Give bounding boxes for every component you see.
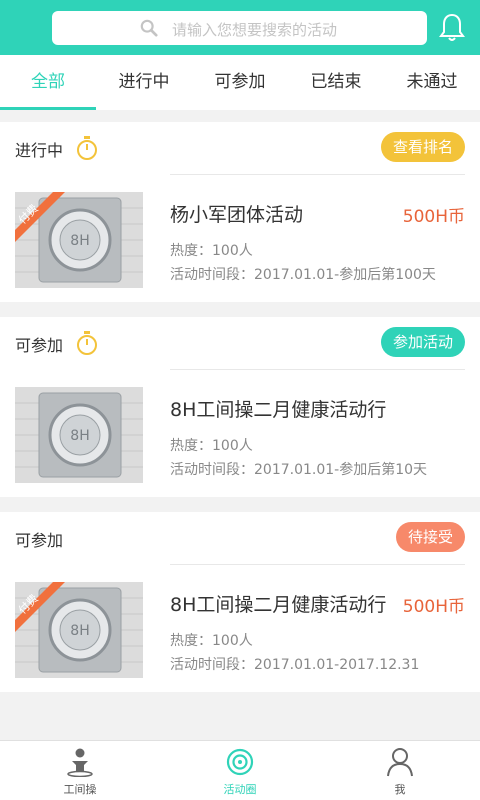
activity-thumbnail: 8H: [15, 387, 143, 483]
activity-heat: 热度：100人: [170, 243, 253, 259]
nav-label: 我: [394, 783, 406, 796]
activity-thumbnail: 8H 付费: [15, 192, 143, 288]
bell-icon[interactable]: [438, 12, 466, 42]
activity-heat: 热度：100人: [170, 633, 253, 649]
timer-icon: [77, 331, 97, 355]
view-ranking-button[interactable]: 查看排名: [380, 132, 465, 162]
user-icon: [387, 748, 413, 777]
search-input[interactable]: 请输入您想要搜索的活动: [52, 11, 427, 45]
activity-thumbnail: 8H 付费: [15, 582, 143, 678]
activity-period: 活动时间段：2017.01.01-参加后第10天: [170, 462, 428, 478]
activity-title: 杨小军团体活动: [170, 204, 304, 226]
bottom-nav: 工间操 活动圈 我: [0, 740, 480, 800]
pending-accept-button[interactable]: 待接受: [395, 522, 465, 552]
nav-item-exercise[interactable]: 工间操: [0, 741, 160, 800]
card-header: 可参加 参加活动: [0, 317, 480, 369]
activity-card[interactable]: 可参加 待接受 8H 付费 8H工间操二月健康活动行 500H币 热度：100人…: [0, 512, 480, 692]
tab-ended[interactable]: 已结束: [288, 55, 384, 110]
tab-joinable[interactable]: 可参加: [192, 55, 288, 110]
tab-active-indicator: [0, 107, 96, 110]
exercise-person-icon: [67, 748, 93, 777]
card-status: 进行中: [15, 141, 64, 160]
divider: [170, 369, 465, 370]
nav-label: 活动圈: [223, 783, 257, 796]
svg-text:8H: 8H: [70, 623, 89, 639]
header: 请输入您想要搜索的活动: [0, 0, 480, 55]
target-circle-icon: [226, 748, 254, 776]
divider: [170, 564, 465, 565]
nav-item-activity-circle[interactable]: 活动圈: [160, 741, 320, 800]
tab-bar: 全部 进行中 可参加 已结束 未通过: [0, 55, 480, 110]
svg-text:8H: 8H: [70, 233, 89, 249]
activity-price: 500H币: [402, 207, 465, 227]
card-status: 可参加: [15, 336, 64, 355]
card-header: 可参加 待接受: [0, 512, 480, 564]
activity-card[interactable]: 可参加 参加活动 8H 8H工间操二月健康活动行 热度：100人 活动时间段：2…: [0, 317, 480, 497]
card-header: 进行中 查看排名: [0, 122, 480, 174]
nav-label: 工间操: [63, 783, 97, 796]
card-status: 可参加: [15, 531, 64, 550]
activity-title: 8H工间操二月健康活动行: [170, 594, 387, 616]
tab-rejected[interactable]: 未通过: [384, 55, 480, 110]
activity-card[interactable]: 进行中 查看排名 8H 付费 杨小军团体活动 500H币 热度：100人 活动时…: [0, 122, 480, 302]
nav-item-me[interactable]: 我: [320, 741, 480, 800]
activity-period: 活动时间段：2017.01.01-2017.12.31: [170, 657, 420, 673]
join-activity-button[interactable]: 参加活动: [380, 327, 465, 357]
activity-heat: 热度：100人: [170, 438, 253, 454]
search-placeholder: 请输入您想要搜索的活动: [172, 21, 338, 39]
svg-text:8H: 8H: [70, 428, 89, 444]
divider: [170, 174, 465, 175]
search-icon: [140, 19, 158, 37]
activity-period: 活动时间段：2017.01.01-参加后第100天: [170, 267, 436, 283]
tab-ongoing[interactable]: 进行中: [96, 55, 192, 110]
tab-all[interactable]: 全部: [0, 55, 96, 110]
activity-price: 500H币: [402, 597, 465, 617]
activity-title: 8H工间操二月健康活动行: [170, 399, 387, 421]
timer-icon: [77, 136, 97, 160]
